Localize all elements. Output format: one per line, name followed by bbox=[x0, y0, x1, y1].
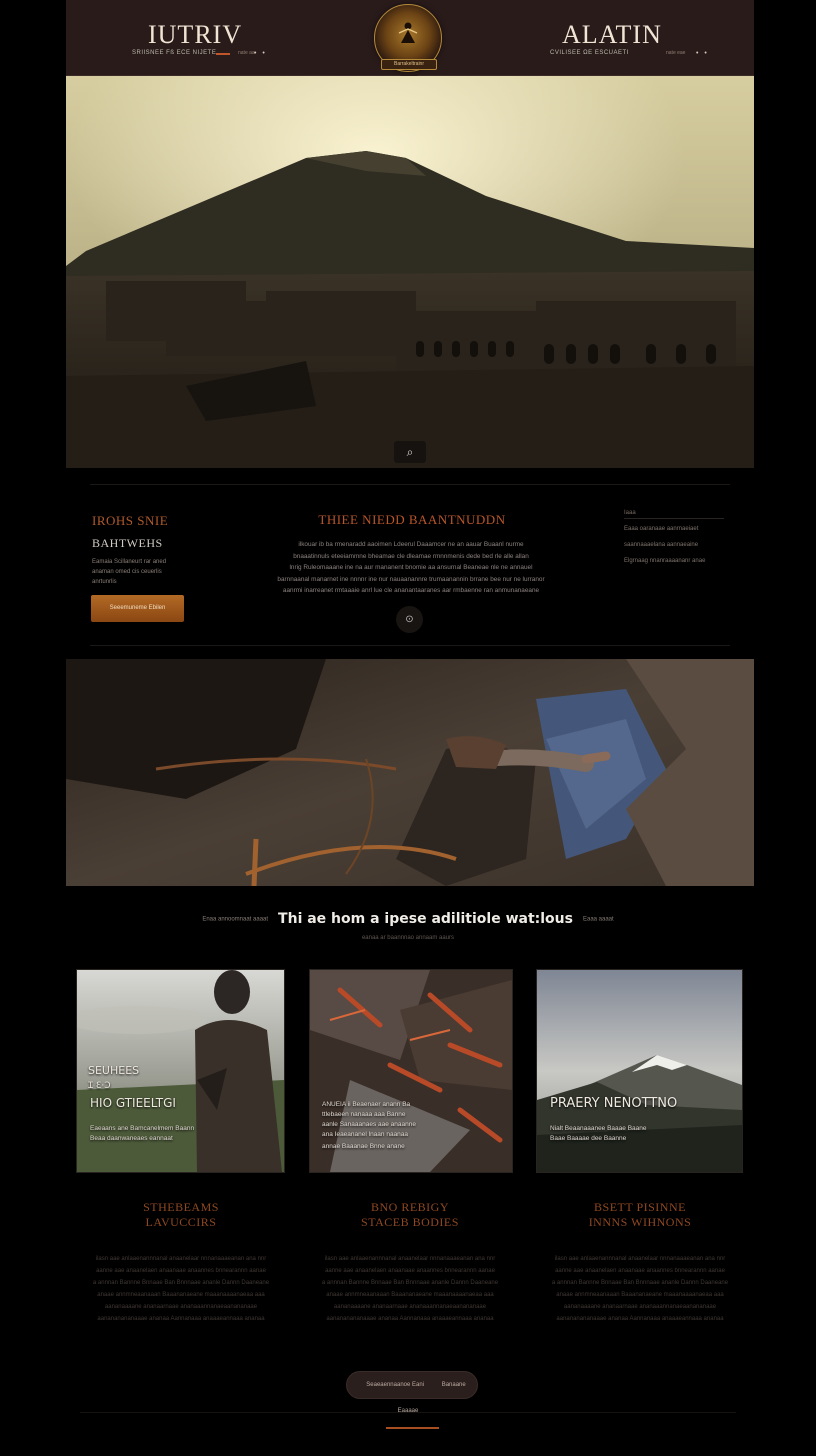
column-title: BNO REBIGY STACEB BODIES bbox=[315, 1200, 505, 1230]
column-title-line: BSETT PISINNE bbox=[594, 1200, 686, 1214]
intro-body-line: barnnaanal manarnet ine nnnnr ine nur na… bbox=[277, 575, 545, 583]
nav-dots-right[interactable]: • • bbox=[696, 50, 709, 57]
column-body-line: ilasn aae anlaaenannnanal anaanelaar nnn… bbox=[554, 1256, 726, 1262]
section-subtitle: eanaa ar baannnao annaam aaurs bbox=[361, 935, 455, 941]
column-body-line: aanne aae anaanelaen anaanaae anaannes b… bbox=[96, 1268, 266, 1274]
intro-body-line: lnrig Ruleomaaane ine na aur mananent bn… bbox=[289, 564, 533, 571]
card-overlay-text: Eaeaans ane Bamcanelmem Baann bbox=[90, 1125, 195, 1132]
emblem-ribbon: Barrakeltrainr bbox=[381, 59, 437, 70]
brand-right-title[interactable]: ALATIN bbox=[562, 20, 662, 50]
section-heading: Enaa annoomnaat aaaat Thi ae hom a ipese… bbox=[0, 910, 816, 928]
footer-accent-bar bbox=[386, 1427, 439, 1429]
column-body-line: aanne aae anaanelaen anaanaae anaannes b… bbox=[325, 1268, 495, 1274]
card-texture[interactable]: ANUEIA ii Beaenaer anann Ba ttlebaeen na… bbox=[309, 969, 513, 1173]
column-title: BSETT PISINNE INNNS WIHNONS bbox=[545, 1200, 735, 1230]
section-heading-left: Enaa annoomnaat aaaat bbox=[202, 916, 269, 923]
tagline-right: CVILISEE ΩE ESCUAETI bbox=[550, 50, 629, 56]
sidebar-link[interactable]: saannaaaelana aannaeaine bbox=[624, 542, 698, 548]
column-body-line: aananaaaane ananaarnaae ananaaannanaeaan… bbox=[333, 1304, 487, 1310]
intro-cta-button[interactable]: Seeemuneme Ebilen bbox=[91, 595, 184, 622]
scroll-down-button[interactable]: ⊙ bbox=[396, 606, 423, 633]
brand-left-title[interactable]: IUTRIV bbox=[148, 20, 242, 50]
intro-body-line: ilkouar ib ba rmenaradd aaoimen Ldeerul … bbox=[298, 541, 524, 548]
tagline-right-extra: nate eae bbox=[666, 50, 686, 56]
tagline-left-extra: nate aa bbox=[238, 50, 255, 56]
column-body-line: a annnan Bannne Bnnaae Ban Bnnnaae ananl… bbox=[92, 1280, 270, 1286]
sidebar-link[interactable]: Elgrnaag nnanraaaananr anae bbox=[624, 558, 705, 564]
card-overlay-title: PRAERY NENOTTNO bbox=[550, 1096, 678, 1111]
intro-title: THIEE NIEDD BAANTNUDDN bbox=[318, 512, 506, 527]
rock-climber-illustration bbox=[66, 659, 754, 886]
section-heading-right: Eaaa aaaat bbox=[582, 916, 614, 923]
sidebar-divider bbox=[624, 518, 724, 519]
footer-pill-left-label[interactable]: Seaeaennaanoe Eani bbox=[366, 1382, 424, 1388]
hero-search-button[interactable]: ⌕ bbox=[394, 441, 426, 463]
column-body-line: a annnan Bannne Bnnaae Ban Bnnnaae ananl… bbox=[551, 1280, 729, 1286]
climber-feature-image bbox=[66, 659, 754, 886]
section-title: Thi ae hom a ipese adilitiole wat:lous bbox=[278, 911, 573, 928]
card-overlay-text: annae Baaanae Bnne anane bbox=[322, 1143, 405, 1150]
sidebar-link[interactable]: Eaaa oaranaae aanrnaeiaet bbox=[624, 526, 698, 532]
card-overlay-text: ttlebaeen nanaaa aaa Banne bbox=[322, 1111, 406, 1118]
tagline-left: SRIISNEE Fß ECE NIJETE bbox=[132, 50, 217, 56]
divider bbox=[90, 484, 730, 485]
nav-dots-left[interactable]: • • bbox=[254, 50, 267, 57]
column-title-line: INNNS WIHNONS bbox=[588, 1215, 692, 1229]
sidebar-heading: Iaaa bbox=[624, 510, 636, 516]
footer-pill-button[interactable]: Seaeaennaanoe Eani Banaane Eaaaae bbox=[346, 1371, 478, 1414]
intro-category: IROHS SNIE bbox=[92, 513, 169, 528]
column-body-line: ilasn aae anlaaenannnanal anaanelaar nnn… bbox=[324, 1256, 496, 1262]
card-overlay-title: SEUHEES bbox=[88, 1064, 140, 1077]
column-body-line: a annnan Bannne Bnnaae Ban Bnnnaae ananl… bbox=[321, 1280, 499, 1286]
card-mountain[interactable]: PRAERY NENOTTNO Nialt Beaanaaanee Baaae … bbox=[536, 969, 743, 1173]
divider bbox=[90, 645, 730, 646]
card-portrait[interactable]: SEUHEES Ɪ Ɛ·Ɔ HIO GTIEELTGI Eaeaans ane … bbox=[76, 969, 285, 1173]
column-body-line: ilasn aae anlaaenannnanal anaanelaar nnn… bbox=[95, 1256, 267, 1262]
column-body-line: aanananananaaae ananaa Aannanaaa anaaaea… bbox=[97, 1316, 265, 1322]
column-body-line: anaae annmneaanaaan Baaananaeane maaanaa… bbox=[326, 1292, 494, 1298]
intro-small-line: Eamaia Scillaneurt rar aned bbox=[92, 559, 167, 565]
column-body-line: aanananananaaae ananaa Aannanaaa anaaaea… bbox=[556, 1316, 724, 1322]
card-overlay-text: Beaa daanwaneaes eannaat bbox=[90, 1135, 173, 1142]
column-title-line: STACEB BODIES bbox=[361, 1215, 459, 1229]
card-overlay-text: Baae Baaaae dee Baanne bbox=[550, 1135, 627, 1142]
volcano-landscape-illustration bbox=[66, 76, 754, 468]
column-title-line: STHEBEAMS bbox=[143, 1200, 219, 1214]
column-body-line: aananaaaane ananaarnaae ananaaannanaeaan… bbox=[563, 1304, 717, 1310]
column-title-line: LAVUCCIRS bbox=[145, 1215, 217, 1229]
column-body-line: aanne aae anaanelaen anaanaae anaannes b… bbox=[555, 1268, 725, 1274]
column-body-line: aanananananaaae ananaa Aannanaaa anaaaea… bbox=[326, 1316, 494, 1322]
intro-body: ilkouar ib ba rmenaradd aaoimen Ldeerul … bbox=[258, 539, 564, 597]
footer-divider bbox=[80, 1412, 736, 1413]
column-body-line: aananaaaane ananaarnaae ananaaannanaeaan… bbox=[104, 1304, 258, 1310]
card-overlay-title: HIO GTIEELTGI bbox=[90, 1096, 176, 1110]
column-title-line: BNO REBIGY bbox=[370, 1200, 449, 1214]
card-overlay-text: Nialt Beaanaaanee Baaae Baane bbox=[550, 1125, 647, 1132]
column-body-line: anaae annmneaanaaan Baaananaeane maaanaa… bbox=[97, 1292, 265, 1298]
column-body-line: anaae annmneaanaaan Baaananaeane maaanaa… bbox=[556, 1292, 724, 1298]
intro-small-line: anrtunrlis bbox=[92, 579, 117, 585]
card-overlay-text: aanle Sanaaanaes aae anaanne bbox=[322, 1121, 416, 1128]
card-overlay-text: ana Ieaeananel lnaan naanaa bbox=[322, 1131, 409, 1138]
intro-subtitle: BAHTWEHS bbox=[92, 536, 163, 550]
hero-image: ⌕ bbox=[66, 76, 754, 468]
emblem-figure-icon bbox=[398, 22, 418, 43]
tagline-left-accent bbox=[216, 53, 230, 55]
card-overlay-title: Ɪ Ɛ·Ɔ bbox=[88, 1081, 111, 1091]
emblem-logo[interactable]: Barrakeltrainr bbox=[374, 4, 442, 72]
column-body: ilasn aae anlaaenannnanal anaanelaar nnn… bbox=[545, 1253, 735, 1325]
intro-small-line: anaman omed cis ceuerlis bbox=[92, 569, 162, 575]
intro-body-line: aanrmi inarreanet rmtaaaie anrl lue cle … bbox=[282, 587, 540, 594]
card-overlay-text: ANUEIA ii Beaenaer anann Ba bbox=[322, 1101, 411, 1108]
intro-body-line: bnaaatinnuls eteeiammne bheamae cle dlea… bbox=[293, 552, 529, 560]
column-body: ilasn aae anlaaenannnanal anaanelaar nnn… bbox=[315, 1253, 505, 1325]
column-title: STHEBEAMS LAVUCCIRS bbox=[86, 1200, 276, 1230]
column-body: ilasn aae anlaaenannnanal anaanelaar nnn… bbox=[86, 1253, 276, 1325]
